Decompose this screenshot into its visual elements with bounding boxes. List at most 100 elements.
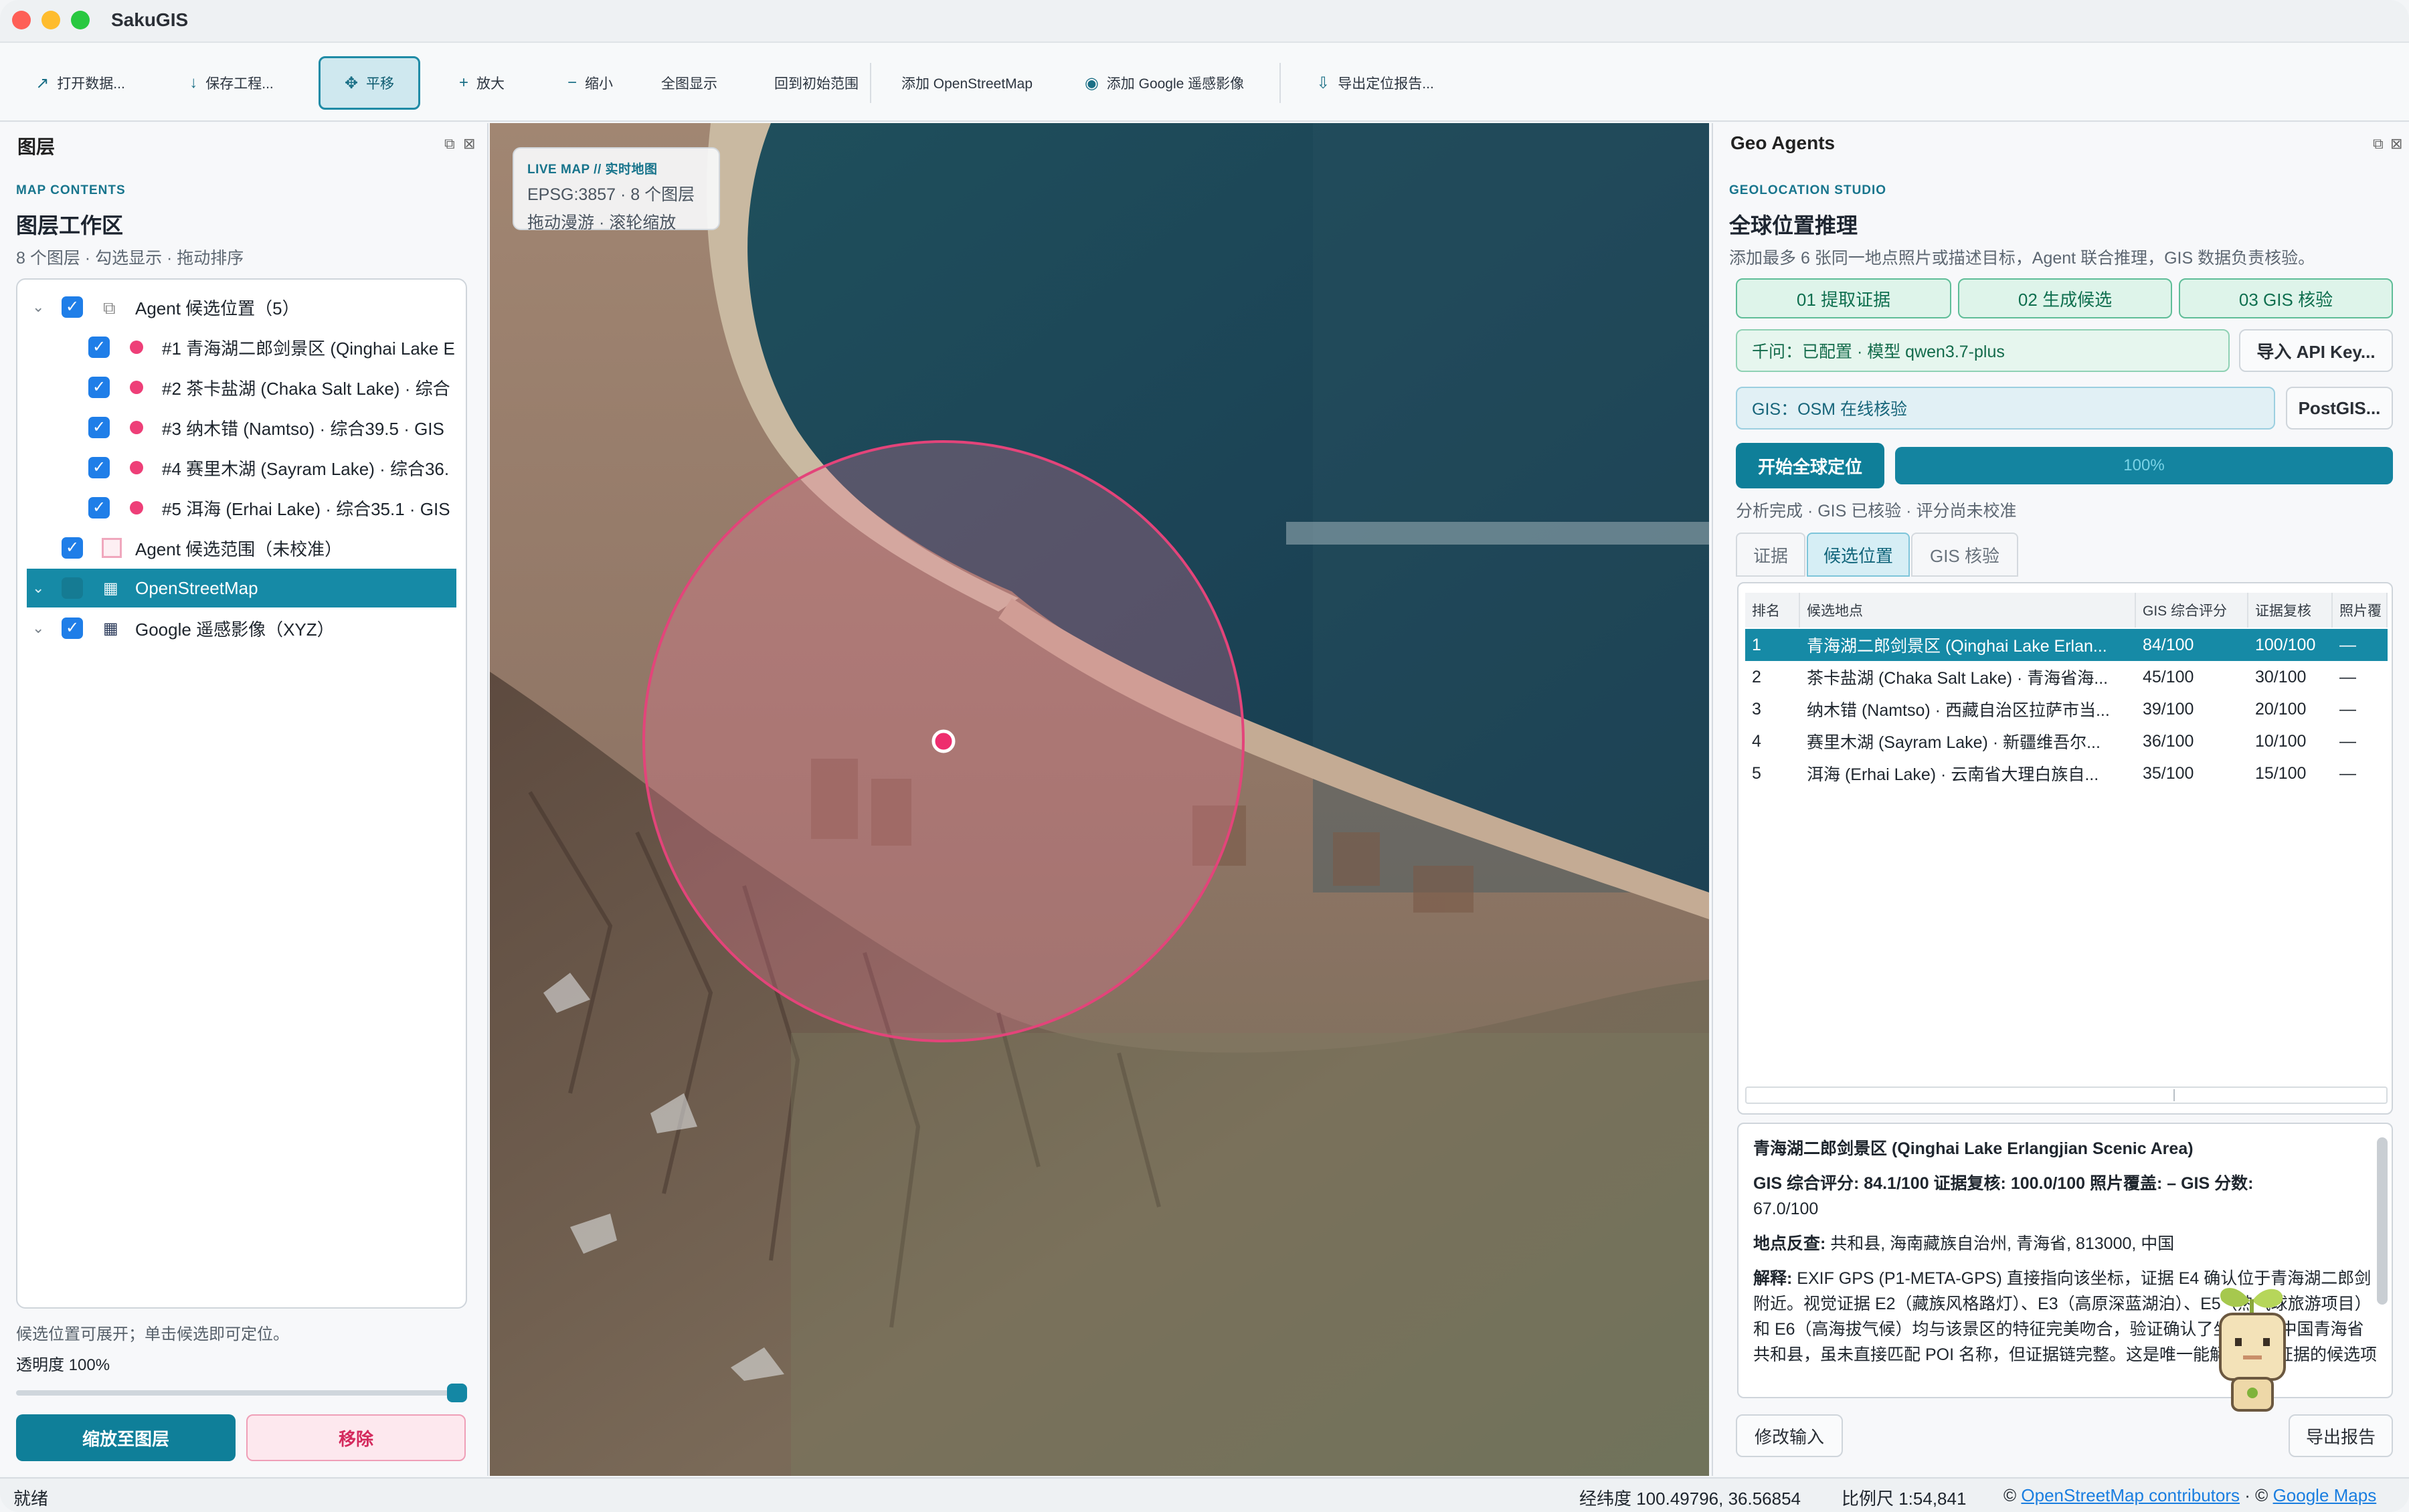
chevron-down-icon[interactable]: ⌄ bbox=[32, 579, 44, 597]
close-window-button[interactable] bbox=[12, 11, 31, 29]
geolocation-overline: GEOLOCATION STUDIO bbox=[1729, 183, 1887, 197]
table-cell: 5 bbox=[1752, 763, 1761, 783]
table-row[interactable]: 5 洱海 (Erhai Lake) · 云南省大理白族自... 35/100 1… bbox=[1745, 757, 2388, 789]
live-map-info: LIVE MAP // 实时地图 EPSG:3857 · 8 个图层 拖动漫游 … bbox=[513, 147, 720, 232]
layer-group-agent[interactable]: ⌄ ✓ ⧉ Agent 候选位置（5） bbox=[17, 288, 466, 326]
zoom-to-layer-button[interactable]: 缩放至图层 bbox=[16, 1414, 236, 1461]
layer-checkbox[interactable]: ✓ bbox=[88, 377, 110, 398]
map-canvas[interactable]: LIVE MAP // 实时地图 EPSG:3857 · 8 个图层 拖动漫游 … bbox=[490, 123, 1709, 1476]
tab-candidates[interactable]: 候选位置 bbox=[1807, 533, 1910, 577]
add-osm-button[interactable]: 添加 OpenStreetMap bbox=[890, 56, 1044, 110]
table-cell: 100/100 bbox=[2255, 635, 2316, 654]
layer-checkbox[interactable]: ✓ bbox=[88, 417, 110, 438]
step-extract-evidence[interactable]: 01 提取证据 bbox=[1736, 278, 1951, 318]
export-icon: ⇩ bbox=[1316, 74, 1330, 92]
zoom-out-button[interactable]: − 缩小 bbox=[550, 56, 630, 110]
column-header[interactable]: 照片覆 bbox=[2333, 593, 2388, 628]
import-api-key-button[interactable]: 导入 API Key... bbox=[2239, 329, 2393, 372]
plus-icon: + bbox=[458, 74, 468, 92]
layer-tree: ⌄ ✓ ⧉ Agent 候选位置（5） ✓ #1 青海湖二郎剑景区 (Qingh… bbox=[16, 278, 467, 1309]
export-report-panel-button[interactable]: 导出报告 bbox=[2289, 1414, 2393, 1457]
pink-dot-icon bbox=[130, 461, 143, 474]
layer-checkbox[interactable]: ✓ bbox=[62, 618, 83, 639]
google-layer-item[interactable]: ⌄ ✓ ▦ Google 遥感影像（XYZ） bbox=[17, 609, 466, 648]
close-panel-icon[interactable]: ⊠ bbox=[463, 135, 475, 153]
layer-label: #4 赛里木湖 (Sayram Lake) · 综合36. bbox=[162, 458, 450, 479]
zoom-in-button[interactable]: + 放大 bbox=[442, 56, 522, 110]
table-row[interactable]: 4 赛里木湖 (Sayram Lake) · 新疆维吾尔... 36/100 1… bbox=[1745, 725, 2388, 757]
google-maps-attribution-link[interactable]: Google Maps bbox=[2273, 1485, 2377, 1505]
candidate-layer-item[interactable]: ✓ #4 赛里木湖 (Sayram Lake) · 综合36. bbox=[17, 448, 466, 487]
export-report-button[interactable]: ⇩ 导出定位报告... bbox=[1305, 56, 1445, 110]
model-status: 千问：已配置 · 模型 qwen3.7-plus bbox=[1736, 329, 2230, 372]
layer-checkbox[interactable] bbox=[62, 577, 83, 599]
layer-checkbox[interactable]: ✓ bbox=[88, 337, 110, 358]
table-cell: 纳木错 (Namtso) · 西藏自治区拉萨市当... bbox=[1807, 701, 2110, 720]
app-title: SakuGIS bbox=[111, 9, 189, 30]
tab-evidence[interactable]: 证据 bbox=[1736, 533, 1805, 577]
table-cell: — bbox=[2339, 763, 2356, 783]
table-horizontal-scrollbar[interactable] bbox=[1745, 1086, 2388, 1104]
column-header[interactable]: 证据复核 bbox=[2248, 593, 2333, 628]
table-row[interactable]: 1 青海湖二郎剑景区 (Qinghai Lake Erlan... 84/100… bbox=[1745, 629, 2388, 661]
open-data-button[interactable]: ↗ 打开数据... bbox=[27, 56, 134, 110]
osm-attribution-link[interactable]: OpenStreetMap contributors bbox=[2021, 1485, 2240, 1505]
table-cell: 4 bbox=[1752, 731, 1761, 751]
layers-panel-title: 图层 bbox=[17, 136, 56, 157]
float-panel-icon[interactable]: ⧉ bbox=[2373, 135, 2384, 153]
pan-label: 平移 bbox=[366, 76, 395, 92]
detail-scrollbar[interactable] bbox=[2377, 1137, 2388, 1305]
remove-layer-button[interactable]: 移除 bbox=[246, 1414, 466, 1461]
postgis-button[interactable]: PostGIS... bbox=[2286, 387, 2393, 430]
table-cell: 45/100 bbox=[2143, 667, 2194, 686]
attribution: © OpenStreetMap contributors · © Google … bbox=[2003, 1485, 2377, 1505]
osm-layer-item[interactable]: ⌄ ▦ OpenStreetMap bbox=[27, 569, 456, 607]
column-header[interactable]: 候选地点 bbox=[1800, 593, 2136, 628]
column-header[interactable]: GIS 综合评分 bbox=[2136, 593, 2248, 628]
tab-gis-verify[interactable]: GIS 核验 bbox=[1911, 533, 2018, 577]
opacity-slider[interactable] bbox=[16, 1384, 467, 1402]
map-crs-text: EPSG:3857 · 8 个图层 bbox=[527, 185, 695, 204]
layer-checkbox[interactable]: ✓ bbox=[62, 537, 83, 559]
toolbar-divider bbox=[1279, 63, 1281, 103]
chevron-down-icon[interactable]: ⌄ bbox=[32, 298, 44, 316]
close-panel-icon[interactable]: ⊠ bbox=[2390, 135, 2402, 153]
candidate-layer-item[interactable]: ✓ #1 青海湖二郎剑景区 (Qinghai Lake E bbox=[17, 328, 466, 367]
candidate-layer-item[interactable]: ✓ #2 茶卡盐湖 (Chaka Salt Lake) · 综合 bbox=[17, 368, 466, 407]
layer-checkbox[interactable]: ✓ bbox=[88, 497, 110, 518]
table-cell: 茶卡盐湖 (Chaka Salt Lake) · 青海省海... bbox=[1807, 669, 2109, 688]
initial-extent-button[interactable]: 回到初始范围 bbox=[749, 56, 883, 110]
layer-checkbox[interactable]: ✓ bbox=[62, 296, 83, 318]
opacity-slider-handle[interactable] bbox=[447, 1384, 467, 1402]
candidate-layer-item[interactable]: ✓ #5 洱海 (Erhai Lake) · 综合35.1 · GIS bbox=[17, 488, 466, 527]
table-cell: — bbox=[2339, 731, 2356, 751]
scrollbar-thumb[interactable] bbox=[1747, 1089, 2175, 1101]
save-project-button[interactable]: ↓ 保存工程... bbox=[171, 56, 292, 110]
candidate-layer-item[interactable]: ✓ #3 纳木错 (Namtso) · 综合39.5 · GIS bbox=[17, 408, 466, 447]
open-data-label: 打开数据... bbox=[57, 76, 125, 92]
pan-button[interactable]: ✥ 平移 bbox=[319, 56, 420, 110]
maximize-window-button[interactable] bbox=[71, 11, 90, 29]
float-panel-icon[interactable]: ⧉ bbox=[444, 135, 455, 153]
edit-input-button[interactable]: 修改输入 bbox=[1736, 1414, 1843, 1457]
geo-panel-title: Geo Agents bbox=[1730, 132, 1836, 153]
column-header[interactable]: 排名 bbox=[1745, 593, 1800, 628]
minus-icon: − bbox=[567, 74, 577, 92]
map-contents-overline: MAP CONTENTS bbox=[16, 183, 126, 197]
chevron-down-icon[interactable]: ⌄ bbox=[32, 620, 44, 637]
step-gis-verify[interactable]: 03 GIS 核验 bbox=[2179, 278, 2393, 318]
step-generate-candidates[interactable]: 02 生成候选 bbox=[1958, 278, 2172, 318]
start-geolocation-button[interactable]: 开始全球定位 bbox=[1736, 443, 1884, 488]
table-row[interactable]: 2 茶卡盐湖 (Chaka Salt Lake) · 青海省海... 45/10… bbox=[1745, 661, 2388, 693]
table-cell: — bbox=[2339, 667, 2356, 686]
polygon-layer-icon bbox=[102, 538, 122, 558]
minimize-window-button[interactable] bbox=[41, 11, 60, 29]
add-google-button[interactable]: ◉ 添加 Google 遥感影像 bbox=[1071, 56, 1258, 110]
pink-dot-icon bbox=[130, 341, 143, 354]
layer-label: #1 青海湖二郎剑景区 (Qinghai Lake E bbox=[162, 338, 455, 359]
full-extent-button[interactable]: 全图显示 bbox=[650, 56, 728, 110]
table-row[interactable]: 3 纳木错 (Namtso) · 西藏自治区拉萨市当... 39/100 20/… bbox=[1745, 693, 2388, 725]
layer-checkbox[interactable]: ✓ bbox=[88, 457, 110, 478]
range-layer-item[interactable]: ✓ Agent 候选范围（未校准） bbox=[17, 529, 466, 567]
pink-dot-icon bbox=[130, 421, 143, 434]
